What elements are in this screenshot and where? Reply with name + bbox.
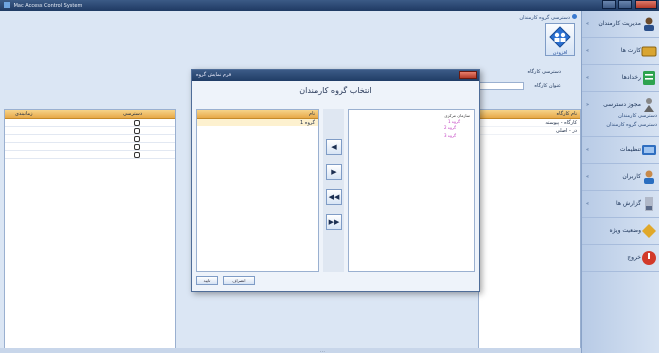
add-button[interactable]: افزودن: [545, 23, 575, 56]
add-button-label: افزودن: [552, 50, 568, 56]
app-icon: [4, 2, 10, 8]
ok-button[interactable]: تایید: [196, 276, 218, 285]
user-icon: [644, 170, 654, 184]
sidebar-item-exit[interactable]: خروج: [582, 245, 659, 272]
chevron-icon: »: [586, 75, 590, 81]
dialog-close-button[interactable]: [459, 71, 477, 79]
chevron-icon: «: [586, 102, 590, 108]
maximize-button[interactable]: [618, 0, 633, 9]
sidebar-item-label: رخدادها: [621, 74, 641, 81]
sidebar-item-events[interactable]: رخدادها »: [582, 65, 659, 92]
special-icon: [642, 224, 656, 238]
exit-icon: [642, 251, 656, 265]
dialog-title: فرم نمایش گروه: [196, 72, 232, 78]
sidebar-item-reports[interactable]: گزارش ها »: [582, 191, 659, 218]
group-tree: سازمان مرکزی گروه 1 گروه 2 گروه 3: [348, 109, 475, 272]
window-title: Mac Access Control System: [13, 3, 83, 9]
move-all-left-button[interactable]: ◀◀: [326, 189, 342, 205]
sidebar-item-settings[interactable]: تنظیمات »: [582, 137, 659, 164]
col-access: دسترسی: [123, 111, 143, 117]
tree-node[interactable]: گروه 1: [448, 119, 460, 124]
status-bar: ...: [0, 348, 581, 353]
col-schedule: زمانبندی: [15, 111, 33, 117]
sidebar: مدیریت کارمندان » کارت ها » رخدادها » مجوز …: [581, 11, 659, 353]
users-icon: [644, 17, 654, 31]
group-select-dialog: فرم نمایش گروه انتخاب گروه کارمندان نام …: [191, 69, 480, 292]
chevron-icon: »: [586, 174, 590, 180]
chevron-icon: »: [586, 21, 590, 27]
row-checkbox[interactable]: [134, 144, 140, 150]
close-button[interactable]: [635, 0, 657, 9]
sidebar-subitem[interactable]: دسترسی گروه کارمندان: [585, 122, 657, 128]
sidebar-subitem[interactable]: دسترسی کارمندان: [585, 113, 657, 119]
table-row[interactable]: [5, 135, 175, 143]
table-row[interactable]: در - اصلی: [479, 127, 580, 135]
sidebar-item-cards[interactable]: کارت ها »: [582, 38, 659, 65]
chevron-icon: »: [586, 147, 590, 153]
access-sub-list: دسترسی کارمندان دسترسی گروه کارمندان: [585, 110, 657, 128]
sidebar-item-label: مدیریت کارمندان: [598, 20, 641, 27]
row-checkbox[interactable]: [134, 152, 140, 158]
list-item[interactable]: گروه 1: [197, 119, 318, 126]
tree-node[interactable]: گروه 2: [444, 125, 456, 130]
minimize-button[interactable]: [601, 0, 616, 9]
field1-label: دسترسی کارگاه: [527, 69, 561, 75]
row-checkbox[interactable]: [134, 136, 140, 142]
table-row[interactable]: [5, 151, 175, 159]
breadcrumb-icon: [572, 14, 577, 19]
window-title-bar: Mac Access Control System: [0, 0, 659, 11]
sidebar-item-label: گزارش ها: [616, 200, 641, 207]
breadcrumb-text: دسترسی گروه کارمندان: [519, 15, 570, 21]
card-icon: [641, 46, 657, 57]
table-row[interactable]: [5, 143, 175, 151]
workplace-grid-header: نام کارگاه: [479, 110, 580, 119]
sidebar-item-label: وضعیت ویژه: [609, 227, 641, 234]
workplace-grid: نام کارگاه کارگاه - پیوسته در - اصلی: [478, 109, 581, 353]
table-row[interactable]: کارگاه - پیوسته: [479, 119, 580, 127]
sidebar-item-employees[interactable]: مدیریت کارمندان »: [582, 11, 659, 38]
cancel-button[interactable]: انصراف: [222, 276, 255, 285]
dialog-heading: انتخاب گروه کارمندان: [299, 86, 372, 95]
breadcrumb: دسترسی گروه کارمندان: [519, 14, 577, 21]
sidebar-item-label: کاربران: [622, 173, 641, 180]
report-icon: [645, 197, 653, 211]
chevron-icon: »: [586, 48, 590, 54]
settings-icon: [642, 145, 656, 155]
table-row[interactable]: [5, 119, 175, 127]
events-icon: [643, 71, 655, 85]
workplace-title-field[interactable]: [478, 82, 524, 90]
sidebar-item-access[interactable]: مجوز دسترسی « دسترسی کارمندان دسترسی گروه…: [582, 92, 659, 137]
move-right-button[interactable]: ▶: [326, 164, 342, 180]
row-checkbox[interactable]: [134, 128, 140, 134]
sidebar-item-label: تنظیمات: [619, 146, 641, 153]
chevron-icon: »: [586, 201, 590, 207]
tree-node[interactable]: گروه 3: [444, 133, 456, 138]
transfer-buttons: ◀ ▶ ◀◀ ▶▶: [323, 109, 344, 272]
tree-node-root[interactable]: سازمان مرکزی: [444, 113, 470, 118]
field2-label: عنوان کارگاه: [534, 83, 561, 89]
dialog-footer: تایید انصراف: [196, 276, 258, 285]
window-controls: [601, 0, 657, 10]
sidebar-item-label: کارت ها: [620, 47, 641, 54]
sidebar-item-special[interactable]: وضعیت ویژه: [582, 218, 659, 245]
selected-groups-list: نام گروه 1: [196, 109, 319, 272]
row-checkbox[interactable]: [134, 120, 140, 126]
dialog-title-bar: فرم نمایش گروه: [192, 70, 479, 81]
status-text: ...: [320, 348, 326, 353]
list-header: نام: [197, 110, 318, 119]
table-row[interactable]: [5, 127, 175, 135]
move-left-button[interactable]: ◀: [326, 139, 342, 155]
sidebar-item-label: مجوز دسترسی: [603, 101, 641, 108]
move-all-right-button[interactable]: ▶▶: [326, 214, 342, 230]
access-grid: زمانبندی دسترسی: [4, 109, 176, 353]
access-grid-header: زمانبندی دسترسی: [5, 110, 175, 119]
group-add-icon: [549, 26, 571, 48]
sidebar-item-users[interactable]: کاربران »: [582, 164, 659, 191]
sidebar-item-label: خروج: [627, 254, 641, 261]
